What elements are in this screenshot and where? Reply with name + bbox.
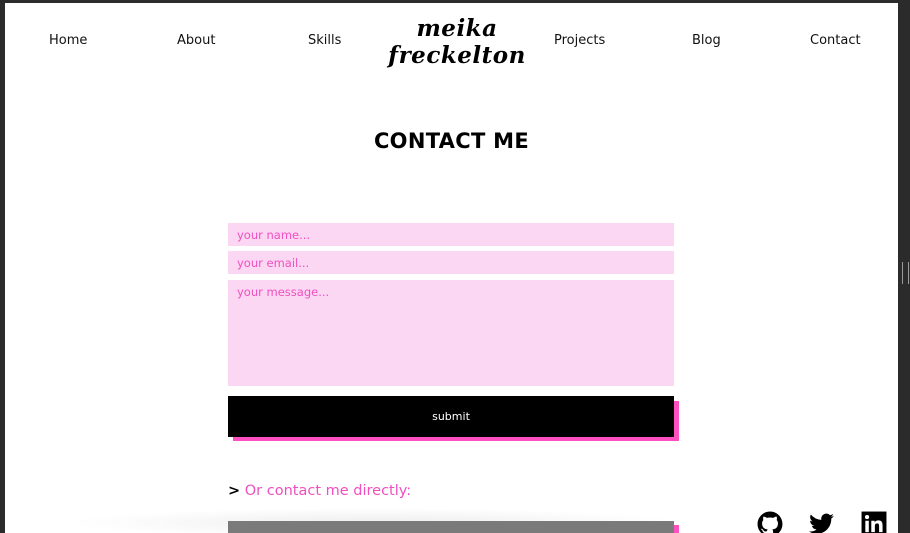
site-logo[interactable]: meika freckelton — [387, 15, 527, 69]
email-input[interactable] — [228, 251, 674, 274]
name-input[interactable] — [228, 223, 674, 246]
bottom-bar — [228, 521, 674, 533]
message-textarea[interactable] — [228, 280, 674, 386]
page: Home About Skills meika freckelton Proje… — [5, 3, 898, 533]
contact-directly-label: Or contact me directly: — [244, 483, 412, 499]
page-title: CONTACT ME — [373, 129, 530, 153]
github-icon[interactable] — [757, 511, 783, 533]
twitter-icon[interactable] — [809, 511, 835, 533]
nav-projects-link[interactable]: Projects — [554, 33, 605, 48]
submit-button[interactable]: submit — [228, 396, 674, 437]
nav-home-link[interactable]: Home — [49, 33, 87, 48]
nav-blog-link[interactable]: Blog — [692, 33, 721, 48]
nav-contact-link[interactable]: Contact — [810, 33, 861, 48]
logo-line-1: meika — [416, 15, 498, 42]
arrow-glyph: > — [228, 483, 241, 499]
logo-line-2: freckelton — [388, 42, 526, 69]
linkedin-icon[interactable] — [861, 511, 887, 533]
resize-handle[interactable] — [902, 262, 909, 284]
nav-about-link[interactable]: About — [177, 33, 215, 48]
nav-skills-link[interactable]: Skills — [308, 33, 341, 48]
contact-directly-heading: > Or contact me directly: — [228, 483, 411, 499]
